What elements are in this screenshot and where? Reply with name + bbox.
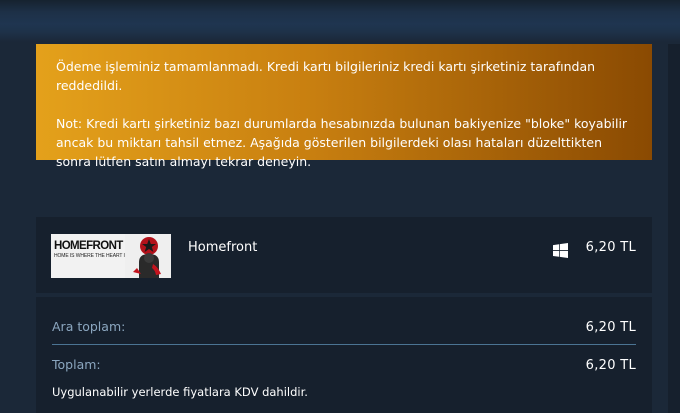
right-column-edge bbox=[668, 44, 680, 413]
game-thumbnail[interactable]: HOMEFRONT HOME IS WHERE THE HEART IS bbox=[51, 234, 171, 278]
subtotal-label: Ara toplam: bbox=[52, 319, 126, 334]
total-label: Toplam: bbox=[52, 357, 101, 372]
cart-item-row: HOMEFRONT HOME IS WHERE THE HEART IS Hom… bbox=[36, 217, 652, 293]
total-value: 6,20 TL bbox=[585, 358, 636, 373]
item-name-link[interactable]: Homefront bbox=[188, 240, 257, 256]
summary-divider bbox=[52, 344, 636, 345]
windows-icon bbox=[553, 243, 568, 258]
thumbnail-art-icon bbox=[125, 234, 171, 278]
order-summary: Ara toplam: 6,20 TL Toplam: 6,20 TL Uygu… bbox=[36, 297, 652, 413]
checkout-page: Ödeme işleminiz tamamlanmadı. Kredi kart… bbox=[0, 0, 680, 413]
error-note: Not: Kredi kartı şirketiniz bazı durumla… bbox=[56, 116, 628, 169]
item-price: 6,20 TL bbox=[585, 240, 636, 255]
thumbnail-logo-text: HOMEFRONT bbox=[54, 240, 123, 252]
payment-error-banner: Ödeme işleminiz tamamlanmadı. Kredi kart… bbox=[36, 44, 652, 169]
thumbnail-tagline: HOME IS WHERE THE HEART IS bbox=[54, 253, 129, 259]
vat-note: Uygulanabilir yerlerde fiyatlara KDV dah… bbox=[52, 385, 308, 399]
error-message: Ödeme işleminiz tamamlanmadı. Kredi kart… bbox=[56, 59, 596, 93]
subtotal-value: 6,20 TL bbox=[585, 320, 636, 335]
